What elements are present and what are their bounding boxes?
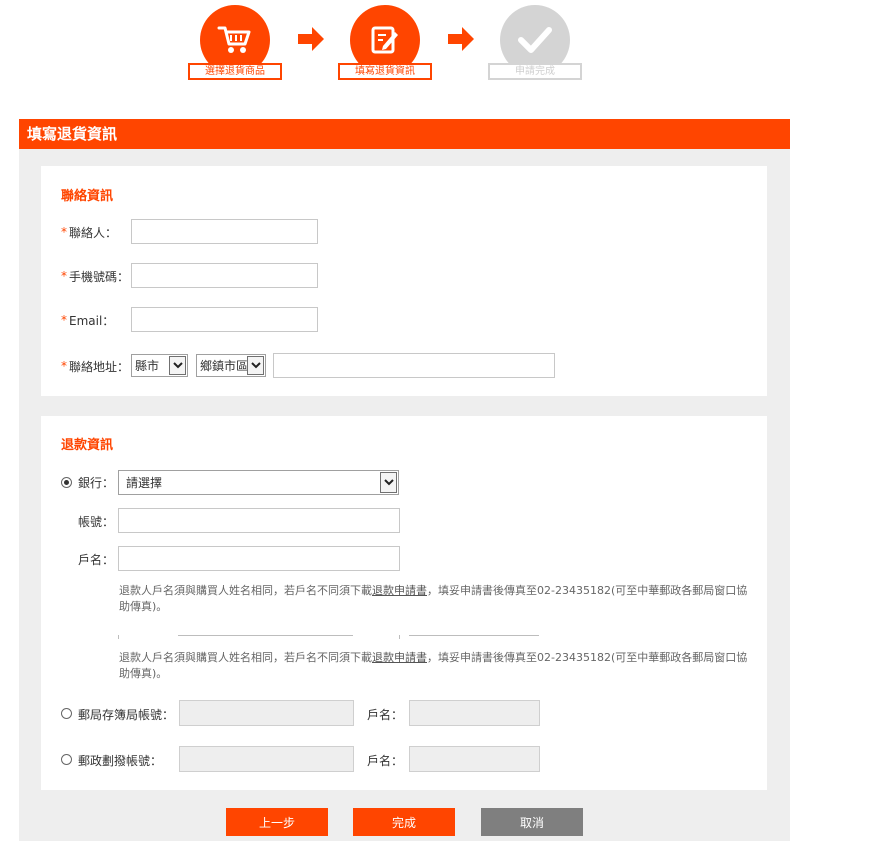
district-select-value: 鄉鎮市區 (200, 359, 249, 373)
bank-row: 銀行： (78, 469, 114, 495)
step-label: 填寫退貨資訊 (338, 63, 432, 80)
required-mark: * (61, 269, 67, 283)
step-select-items: 選擇退貨商品 (188, 5, 282, 85)
refund-form-link[interactable]: 退款申請書 (372, 651, 427, 664)
note-text: 退款人戶名須與購買人姓名相同，若戶名不同須下載 (119, 651, 372, 664)
chevron-down-icon (247, 356, 264, 375)
step-label: 選擇退貨商品 (188, 63, 282, 80)
post-transfer-radio[interactable] (61, 754, 72, 765)
note-text: 退款人戶名須與購買人姓名相同，若戶名不同須下載 (119, 584, 372, 597)
refund-section-title: 退款資訊 (61, 438, 114, 453)
post-holder-label: 戶名： (367, 753, 404, 768)
post-savings-row: 郵局存簿局帳號： (78, 701, 174, 727)
step-label: 申請完成 (488, 63, 582, 80)
required-mark: * (61, 359, 67, 373)
district-select[interactable]: 鄉鎮市區 (196, 354, 266, 377)
post-savings-account-input[interactable] (179, 700, 354, 726)
contact-name-label: 聯絡人： (69, 225, 118, 240)
phone-row: * 手機號碼： (61, 263, 129, 289)
post-savings-holder-input[interactable] (409, 700, 540, 726)
address-input[interactable] (273, 353, 555, 378)
refund-note: 退款人戶名須與購買人姓名相同，若戶名不同須下載退款申請書，填妥申請書後傳真至02… (119, 583, 749, 615)
clipped-input-edge (118, 635, 119, 639)
post-transfer-label: 郵政劃撥帳號： (78, 753, 163, 768)
cancel-button[interactable]: 取消 (481, 808, 583, 836)
required-mark: * (61, 313, 67, 327)
contact-section: 聯絡資訊 * 聯絡人： * 手機號碼： * Email： * 聯絡地址： 縣市 … (41, 166, 767, 396)
refund-form-link[interactable]: 退款申請書 (372, 584, 427, 597)
refund-section: 退款資訊 銀行： 請選擇 帳號： 戶名： 退款人戶名須與購買人姓名相同，若戶名不… (41, 416, 767, 790)
post-transfer-holder-input[interactable] (409, 746, 540, 772)
return-form-panel: 填寫退貨資訊 聯絡資訊 * 聯絡人： * 手機號碼： * Email： * 聯絡… (19, 119, 790, 841)
contact-name-input[interactable] (131, 219, 318, 244)
arrow-right-icon (298, 27, 324, 51)
clipped-input-edge (409, 635, 539, 636)
step-complete: 申請完成 (488, 5, 582, 85)
bank-account-input[interactable] (118, 508, 400, 533)
email-input[interactable] (131, 307, 318, 332)
city-select-value: 縣市 (135, 359, 160, 373)
contact-name-row: * 聯絡人： (61, 219, 117, 245)
panel-title: 填寫退貨資訊 (19, 119, 790, 149)
clipped-input-edge (399, 635, 400, 639)
email-row: * Email： (61, 307, 114, 333)
post-savings-holder-row: 戶名： (367, 701, 403, 727)
chevron-down-icon (380, 472, 397, 493)
step-fill-info: 填寫退貨資訊 (338, 5, 432, 85)
phone-label: 手機號碼： (69, 269, 130, 284)
bank-label: 銀行： (78, 475, 115, 490)
city-select[interactable]: 縣市 (131, 354, 188, 377)
bank-select[interactable]: 請選擇 (118, 470, 399, 495)
required-mark: * (61, 225, 67, 239)
clipped-input-edge (178, 635, 353, 636)
email-label: Email： (69, 313, 115, 328)
account-row: 帳號： (78, 508, 114, 534)
holder-row: 戶名： (78, 546, 114, 572)
post-transfer-row: 郵政劃撥帳號： (78, 747, 162, 773)
bank-select-value: 請選擇 (126, 476, 163, 490)
post-transfer-holder-row: 戶名： (367, 747, 403, 773)
bank-radio[interactable] (61, 477, 72, 488)
progress-steps: 選擇退貨商品 填寫退貨資訊 申請完成 (0, 0, 877, 90)
phone-input[interactable] (131, 263, 318, 288)
post-savings-radio[interactable] (61, 708, 72, 719)
post-holder-label: 戶名： (367, 707, 404, 722)
bank-holder-input[interactable] (118, 546, 400, 571)
post-savings-label: 郵局存簿局帳號： (78, 707, 175, 722)
chevron-down-icon (169, 356, 186, 375)
finish-button[interactable]: 完成 (353, 808, 455, 836)
arrow-right-icon (448, 27, 474, 51)
holder-label: 戶名： (78, 552, 115, 567)
address-row: * 聯絡地址： (61, 353, 129, 379)
post-transfer-account-input[interactable] (179, 746, 354, 772)
contact-section-title: 聯絡資訊 (61, 189, 114, 204)
refund-note: 退款人戶名須與購買人姓名相同，若戶名不同須下載退款申請書，填妥申請書後傳真至02… (119, 650, 749, 682)
account-label: 帳號： (78, 514, 115, 529)
prev-step-button[interactable]: 上一步 (226, 808, 328, 836)
address-label: 聯絡地址： (69, 359, 130, 374)
